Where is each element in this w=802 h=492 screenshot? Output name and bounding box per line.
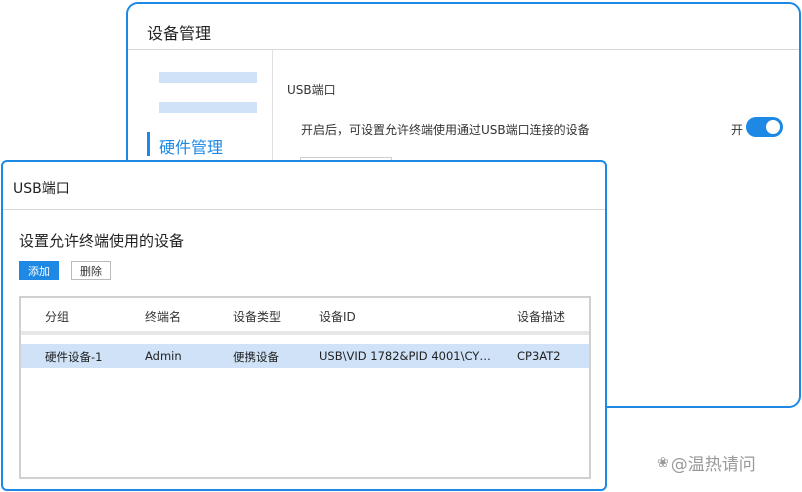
column-header-group[interactable]: 分组 xyxy=(45,308,69,325)
toggle-knob xyxy=(766,120,780,134)
paw-icon: ❀ xyxy=(657,454,669,471)
dialog-title: USB端口 xyxy=(13,181,70,197)
usb-enable-toggle[interactable] xyxy=(746,117,783,137)
column-header-device-description[interactable]: 设备描述 xyxy=(517,308,565,325)
watermark: ❀ @温热请问 xyxy=(657,450,756,476)
sidebar-item-placeholder[interactable] xyxy=(159,102,257,113)
sidebar-item-hardware-management[interactable]: 硬件管理 xyxy=(159,134,223,158)
column-header-device-type[interactable]: 设备类型 xyxy=(233,308,281,325)
add-button[interactable]: 添加 xyxy=(19,261,59,280)
cell-group: 硬件设备-1 xyxy=(45,350,103,364)
watermark-text: @温热请问 xyxy=(670,455,756,475)
window-title: 设备管理 xyxy=(147,24,212,43)
usb-setting-description: 开启后，可设置允许终端使用通过USB端口连接的设备 xyxy=(301,123,590,137)
allowed-devices-table: 分组 终端名 设备类型 设备ID 设备描述 硬件设备-1 Admin 便携设备 … xyxy=(19,296,591,479)
usb-port-dialog: USB端口 设置允许终端使用的设备 添加 删除 分组 终端名 设备类型 设备ID… xyxy=(1,160,607,491)
cell-device-type: 便携设备 xyxy=(233,350,279,364)
dialog-heading: 设置允许终端使用的设备 xyxy=(19,232,185,250)
table-header: 分组 终端名 设备类型 设备ID 设备描述 xyxy=(21,298,589,335)
cell-terminal-name: Admin xyxy=(145,349,182,363)
sidebar-item-placeholder[interactable] xyxy=(159,72,257,83)
sidebar-active-indicator xyxy=(147,132,150,156)
dialog-title-divider xyxy=(3,209,605,210)
table-row[interactable]: 硬件设备-1 Admin 便携设备 USB\VID 1782&PID 4001\… xyxy=(21,344,589,368)
section-label-usb: USB端口 xyxy=(287,83,336,97)
toggle-state-label: 开 xyxy=(731,123,744,137)
title-divider xyxy=(128,49,799,50)
cell-device-id: USB\VID 1782&PID 4001\CY1... xyxy=(319,349,491,363)
delete-button[interactable]: 删除 xyxy=(71,261,111,280)
column-header-terminal-name[interactable]: 终端名 xyxy=(145,308,181,325)
column-header-device-id[interactable]: 设备ID xyxy=(319,308,356,325)
cell-device-description: CP3AT2 xyxy=(517,349,561,363)
